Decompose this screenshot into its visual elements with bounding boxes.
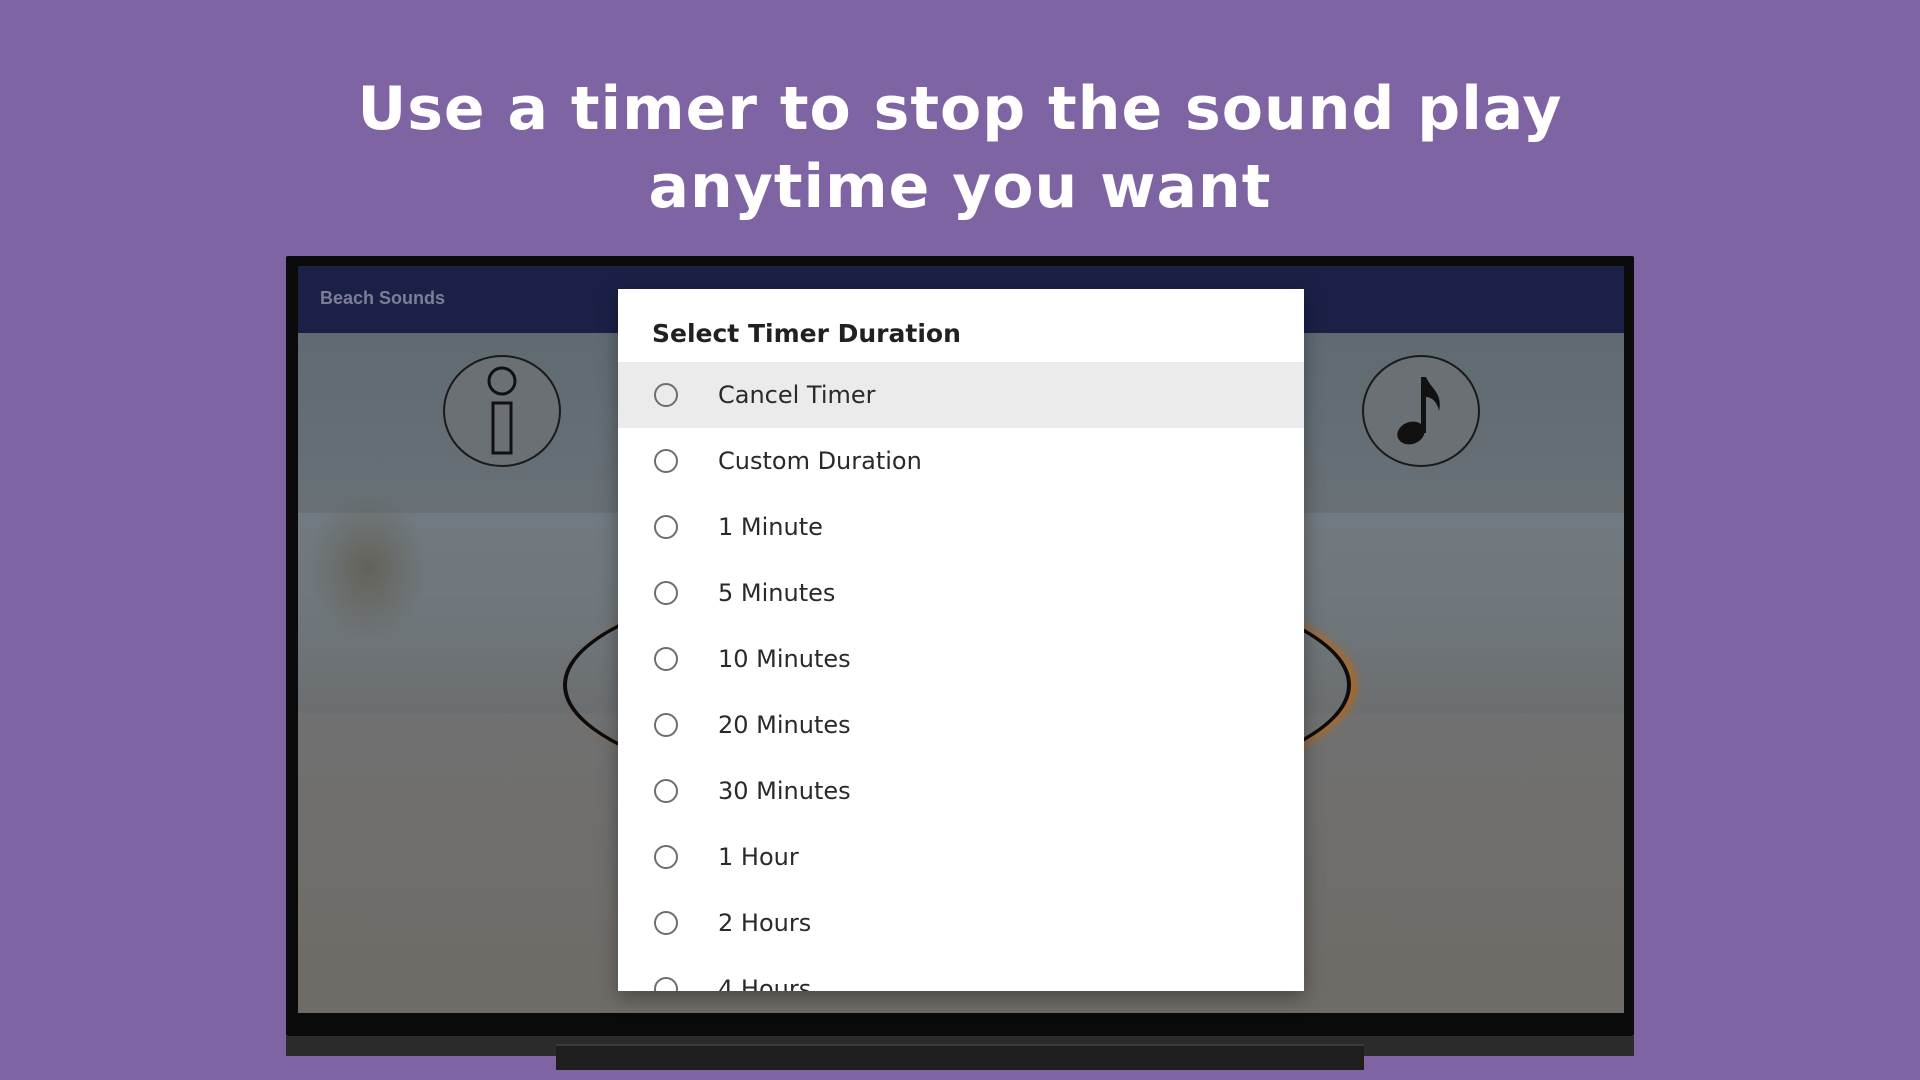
option-label: Cancel Timer xyxy=(718,381,876,409)
option-label: 1 Hour xyxy=(718,843,799,871)
radio-button[interactable] xyxy=(654,449,678,473)
info-button[interactable] xyxy=(443,355,561,467)
option-2-hours[interactable]: 2 Hours xyxy=(618,890,1304,956)
radio-button[interactable] xyxy=(654,713,678,737)
promo-headline: Use a timer to stop the sound play anyti… xyxy=(0,70,1920,226)
option-label: 20 Minutes xyxy=(718,711,851,739)
option-label: 4 Hours xyxy=(718,975,812,991)
option-30-minutes[interactable]: 30 Minutes xyxy=(618,758,1304,824)
radio-button[interactable] xyxy=(654,515,678,539)
option-5-minutes[interactable]: 5 Minutes xyxy=(618,560,1304,626)
option-1-minute[interactable]: 1 Minute xyxy=(618,494,1304,560)
option-label: 1 Minute xyxy=(718,513,823,541)
option-label: 30 Minutes xyxy=(718,777,851,805)
option-10-minutes[interactable]: 10 Minutes xyxy=(618,626,1304,692)
option-1-hour[interactable]: 1 Hour xyxy=(618,824,1304,890)
dialog-title: Select Timer Duration xyxy=(652,319,961,348)
option-label: 2 Hours xyxy=(718,909,812,937)
music-note-icon xyxy=(1397,377,1440,445)
option-custom-duration[interactable]: Custom Duration xyxy=(618,428,1304,494)
option-20-minutes[interactable]: 20 Minutes xyxy=(618,692,1304,758)
timer-option-list: Cancel Timer Custom Duration 1 Minute 5 … xyxy=(618,362,1304,991)
option-label: 10 Minutes xyxy=(718,645,851,673)
tree-silhouette xyxy=(308,493,428,643)
promo-headline-line-1: Use a timer to stop the sound play xyxy=(357,74,1563,144)
info-icon xyxy=(487,366,517,455)
radio-button[interactable] xyxy=(654,647,678,671)
option-label: 5 Minutes xyxy=(718,579,836,607)
music-button[interactable] xyxy=(1362,355,1480,467)
radio-button[interactable] xyxy=(654,383,678,407)
option-cancel-timer[interactable]: Cancel Timer xyxy=(618,362,1304,428)
radio-button[interactable] xyxy=(654,911,678,935)
radio-button[interactable] xyxy=(654,977,678,991)
app-title: Beach Sounds xyxy=(320,288,446,308)
tv-stand xyxy=(556,1044,1364,1070)
option-4-hours[interactable]: 4 Hours xyxy=(618,956,1304,991)
radio-button[interactable] xyxy=(654,779,678,803)
radio-button[interactable] xyxy=(654,581,678,605)
radio-button[interactable] xyxy=(654,845,678,869)
promo-headline-line-2: anytime you want xyxy=(648,152,1272,222)
timer-dialog: Select Timer Duration Cancel Timer Custo… xyxy=(618,289,1304,991)
option-label: Custom Duration xyxy=(718,447,922,475)
